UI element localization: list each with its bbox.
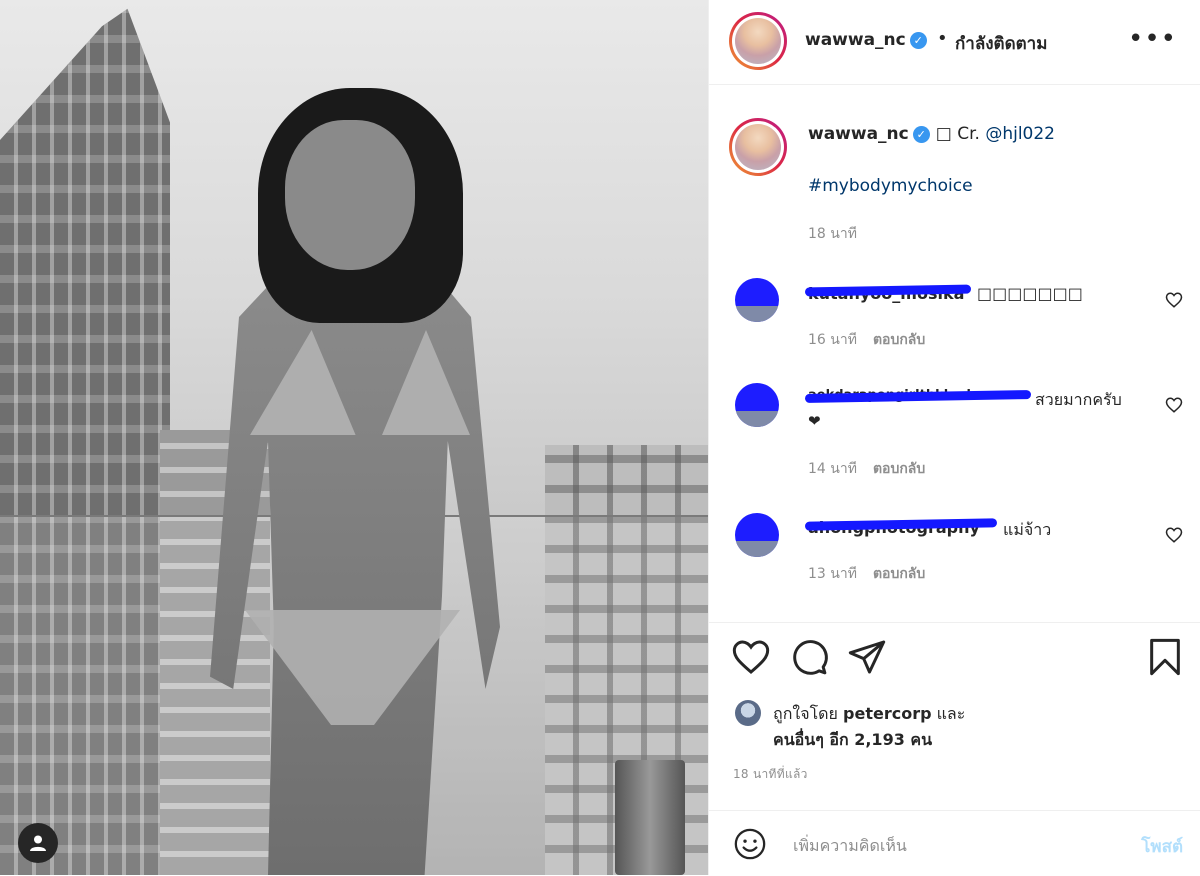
caption-hashtag-link[interactable]: #mybodymychoice bbox=[808, 176, 973, 196]
share-icon[interactable] bbox=[847, 637, 887, 677]
post-side-panel: wawwa_nc ✓ • กำลังติดตาม ••• wawwa_nc ✓ □ C… bbox=[708, 0, 1200, 875]
caption-text: □ Cr. bbox=[935, 124, 986, 144]
comment-meta: 14 นาที ตอบกลับ bbox=[808, 458, 925, 480]
post-timestamp[interactable]: 18 นาทีที่แล้ว bbox=[733, 765, 808, 784]
comment-time[interactable]: 13 นาที bbox=[808, 566, 857, 582]
comment-input[interactable] bbox=[791, 829, 1095, 861]
likes-prefix: ถูกใจโดย bbox=[773, 704, 844, 723]
caption-line: wawwa_nc ✓ □ Cr. @hjl022 bbox=[808, 124, 1055, 144]
post-photo[interactable] bbox=[0, 0, 708, 875]
comment-text: □□□□□□□ bbox=[977, 284, 1083, 303]
emoji-icon[interactable] bbox=[733, 827, 767, 861]
liker-username[interactable]: petercorp bbox=[843, 704, 932, 723]
instagram-post-modal: wawwa_nc ✓ • กำลังติดตาม ••• wawwa_nc ✓ □ C… bbox=[0, 0, 1200, 875]
comment-icon[interactable] bbox=[789, 637, 829, 677]
comment-avatar[interactable] bbox=[735, 383, 779, 427]
verified-badge-icon: ✓ bbox=[912, 126, 930, 143]
post-comment-button[interactable]: โพสต์ bbox=[1141, 833, 1183, 860]
post-actions bbox=[709, 622, 1200, 693]
user-icon bbox=[30, 835, 46, 851]
likes-count[interactable]: คนอื่นๆ อีก 2,193 คน bbox=[773, 730, 932, 749]
comment-avatar[interactable] bbox=[735, 513, 779, 557]
comment-like-heart-icon[interactable] bbox=[1165, 526, 1183, 544]
railing-post bbox=[615, 760, 685, 875]
header-separator-dot: • bbox=[937, 28, 948, 49]
more-options-icon[interactable]: ••• bbox=[1128, 24, 1177, 54]
likes-middle: และ bbox=[931, 704, 966, 723]
header-avatar[interactable] bbox=[729, 12, 787, 70]
comment-like-heart-icon[interactable] bbox=[1165, 291, 1183, 309]
comment-text-heart: ❤ bbox=[808, 412, 821, 430]
following-status[interactable]: กำลังติดตาม bbox=[955, 30, 1047, 57]
verified-badge-icon: ✓ bbox=[909, 32, 927, 49]
comment-composer: โพสต์ bbox=[709, 810, 1200, 876]
reply-button[interactable]: ตอบกลับ bbox=[873, 461, 925, 477]
tagged-users-button[interactable] bbox=[18, 823, 58, 863]
comment-meta: 16 นาที ตอบกลับ bbox=[808, 329, 925, 351]
likes-summary[interactable]: ถูกใจโดย petercorp และ คนอื่นๆ อีก 2,193… bbox=[773, 701, 965, 753]
comment-text: สวยมากครับ bbox=[1035, 390, 1122, 409]
reply-button[interactable]: ตอบกลับ bbox=[873, 332, 925, 348]
liker-avatar[interactable] bbox=[735, 700, 761, 726]
comment-time[interactable]: 14 นาที bbox=[808, 461, 857, 477]
caption-mention-link[interactable]: @hjl022 bbox=[985, 124, 1055, 144]
reply-button[interactable]: ตอบกลับ bbox=[873, 566, 925, 582]
caption-time[interactable]: 18 นาที bbox=[808, 223, 857, 245]
caption-username[interactable]: wawwa_nc bbox=[808, 124, 909, 144]
comment-avatar[interactable] bbox=[735, 278, 779, 322]
comment-meta: 13 นาที ตอบกลับ bbox=[808, 563, 925, 585]
comment-text: แม่จ้าว bbox=[1003, 520, 1052, 539]
header-username[interactable]: wawwa_nc bbox=[805, 30, 906, 50]
heart-icon[interactable] bbox=[731, 637, 771, 677]
model-face bbox=[285, 120, 415, 270]
caption-avatar[interactable] bbox=[729, 118, 787, 176]
comment-like-heart-icon[interactable] bbox=[1165, 396, 1183, 414]
header-username-wrap[interactable]: wawwa_nc ✓ bbox=[805, 30, 927, 50]
bookmark-icon[interactable] bbox=[1145, 637, 1185, 677]
comment-time[interactable]: 16 นาที bbox=[808, 332, 857, 348]
post-header: wawwa_nc ✓ • กำลังติดตาม ••• bbox=[709, 0, 1200, 85]
